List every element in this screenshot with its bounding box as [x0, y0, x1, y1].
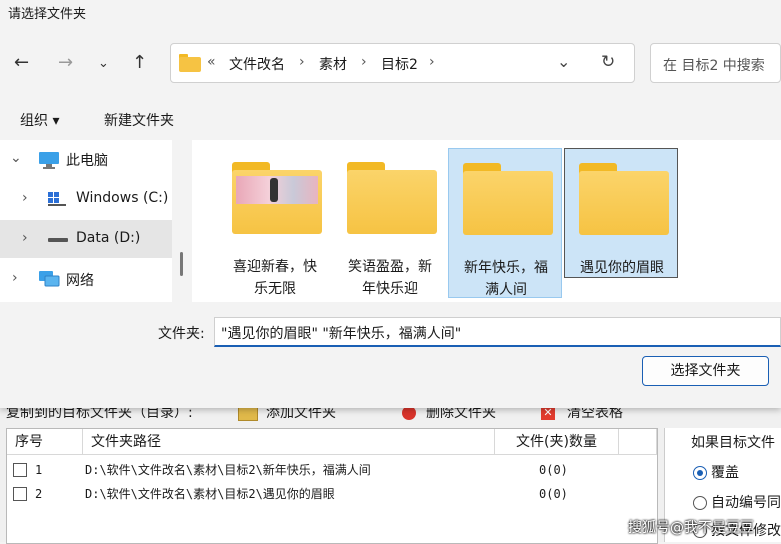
address-dropdown-icon[interactable]: ⌄ [557, 52, 570, 71]
nav-item-this-pc[interactable]: ⌄ 此电脑 [0, 140, 172, 178]
forward-arrow-icon[interactable]: → [58, 52, 73, 73]
folder-name-input[interactable]: "遇见你的眉眼" "新年快乐，福满人间" [214, 317, 781, 347]
breadcrumb-item[interactable]: 素材 [319, 54, 347, 74]
folder-name-value: "遇见你的眉眼" "新年快乐，福满人间" [221, 326, 462, 342]
col-header-path[interactable]: 文件夹路径 [83, 429, 495, 455]
breadcrumb-separator-icon[interactable]: › [361, 54, 367, 70]
row-index: 2 [35, 487, 43, 501]
breadcrumb-separator-icon[interactable]: › [299, 54, 305, 70]
refresh-icon[interactable]: ↻ [601, 52, 615, 72]
options-heading: 如果目标文件 [691, 435, 775, 451]
folder-table[interactable]: 序号 文件夹路径 文件(夹)数量 1 D:\软件\文件改名\素材\目标2\新年快… [6, 428, 658, 544]
chevron-right-icon[interactable]: › [12, 270, 18, 286]
folder-view[interactable]: 喜迎新春，快 乐无限 笑语盈盈，新 年快乐迎 新年快乐，福 满人间 遇见你的眉眼 [192, 140, 781, 302]
overwrite-radio[interactable] [693, 466, 707, 480]
nav-label: 网络 [66, 273, 94, 289]
folder-label: 喜迎新春，快 乐无限 [233, 259, 317, 297]
windows-drive-icon [48, 192, 66, 206]
folder-field-label: 文件夹: [158, 326, 205, 342]
folder-label: 遇见你的眉眼 [580, 260, 664, 276]
folder-thumbnail-icon [232, 162, 322, 234]
breadcrumb-overflow[interactable]: « [207, 54, 216, 70]
folder-tile[interactable]: 笑语盈盈，新 年快乐迎 [333, 148, 447, 298]
dialog-title: 请选择文件夹 [8, 7, 87, 22]
clear-icon: ✕ [541, 406, 555, 420]
row-index: 1 [35, 463, 43, 477]
col-header-extra [619, 429, 657, 455]
table-row[interactable]: 2 D:\软件\文件改名\素材\目标2\遇见你的眉眼 0(0) [7, 483, 657, 505]
network-icon [39, 271, 60, 287]
select-folder-button[interactable]: 选择文件夹 [642, 356, 769, 386]
breadcrumb-item[interactable]: 目标2 [381, 54, 418, 74]
overwrite-label: 覆盖 [711, 465, 739, 481]
new-folder-button[interactable]: 新建文件夹 [104, 110, 174, 130]
nav-item-network[interactable]: › 网络 [0, 260, 172, 298]
drive-icon [48, 238, 68, 242]
chevron-down-icon[interactable]: ⌄ [10, 150, 22, 166]
row-checkbox[interactable] [13, 487, 27, 501]
up-arrow-icon[interactable]: ↑ [132, 52, 147, 73]
row-count: 0(0) [539, 463, 568, 477]
search-placeholder: 在 目标2 中搜索 [663, 58, 765, 74]
folder-icon [347, 162, 437, 234]
auto-number-label: 自动编号同 [711, 495, 781, 511]
command-bar: 组织 ▾ 新建文件夹 [0, 98, 781, 138]
navigation-pane[interactable]: ⌄ 此电脑 › Windows (C:) › Data (D:) › 网络 [0, 140, 183, 302]
col-header-index[interactable]: 序号 [7, 429, 83, 455]
nav-scrollbar[interactable] [180, 252, 183, 276]
folder-label: 新年快乐，福 满人间 [464, 260, 548, 298]
folder-icon [463, 163, 553, 235]
back-arrow-icon[interactable]: ← [14, 52, 29, 73]
nav-item-windows-c[interactable]: › Windows (C:) [0, 180, 172, 218]
select-folder-dialog: 请选择文件夹 ← → ⌄ ↑ « 文件改名 › 素材 › 目标2 › ⌄ ↻ 在… [0, 0, 781, 408]
chevron-right-icon[interactable]: › [22, 190, 28, 206]
chevron-right-icon[interactable]: › [22, 230, 28, 246]
table-row[interactable]: 1 D:\软件\文件改名\素材\目标2\新年快乐，福满人间 0(0) [7, 459, 657, 481]
folder-tile-selected[interactable]: 遇见你的眉眼 [564, 148, 678, 278]
breadcrumb-item[interactable]: 文件改名 [229, 54, 285, 74]
breadcrumb-separator-icon[interactable]: › [429, 54, 435, 70]
auto-number-radio[interactable] [693, 496, 707, 510]
delete-icon [402, 406, 416, 420]
folder-icon [179, 54, 201, 72]
row-count: 0(0) [539, 487, 568, 501]
row-checkbox[interactable] [13, 463, 27, 477]
watermark-text: 搜狐号@我不是豆豆 [628, 520, 754, 536]
nav-label: Windows (C:) [76, 190, 169, 206]
row-path: D:\软件\文件改名\素材\目标2\新年快乐，福满人间 [85, 463, 371, 477]
folder-label: 笑语盈盈，新 年快乐迎 [348, 259, 432, 297]
search-input[interactable]: 在 目标2 中搜索 [650, 43, 781, 83]
row-path: D:\软件\文件改名\素材\目标2\遇见你的眉眼 [85, 487, 335, 501]
col-header-count[interactable]: 文件(夹)数量 [495, 429, 619, 455]
address-bar[interactable]: « 文件改名 › 素材 › 目标2 › ⌄ ↻ [170, 43, 635, 83]
organize-button[interactable]: 组织 ▾ [20, 110, 59, 130]
folder-tile[interactable]: 喜迎新春，快 乐无限 [218, 148, 332, 298]
filename-row: 文件夹: "遇见你的眉眼" "新年快乐，福满人间" 选择文件夹 [0, 302, 781, 408]
nav-item-data-d[interactable]: › Data (D:) [0, 220, 172, 258]
recent-chevron-icon[interactable]: ⌄ [98, 56, 109, 71]
folder-icon [579, 163, 669, 235]
nav-label: Data (D:) [76, 230, 141, 246]
nav-label: 此电脑 [66, 153, 108, 169]
monitor-icon [39, 152, 59, 169]
folder-tile-selected[interactable]: 新年快乐，福 满人间 [448, 148, 562, 298]
